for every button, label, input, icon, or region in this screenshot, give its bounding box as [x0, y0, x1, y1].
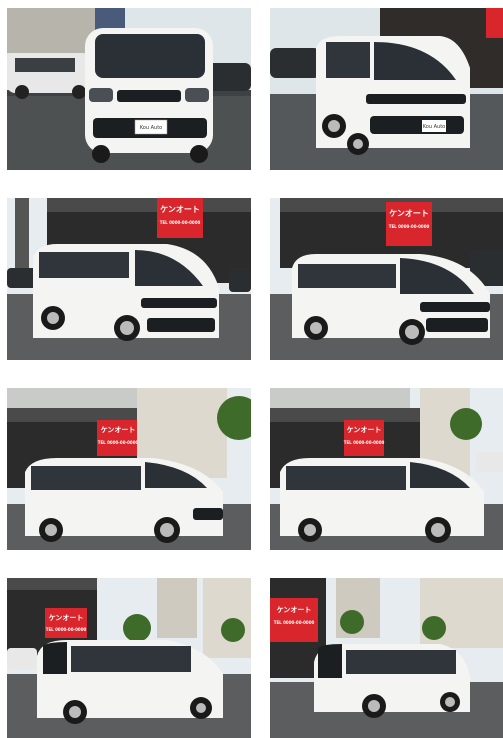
shop-sign-text: ケンオート	[160, 205, 200, 214]
car-photo-front-image: Kou Auto	[7, 8, 251, 170]
shop-sign-phone-2: TEL 0000-00-0000	[389, 224, 430, 229]
car-photo-front-right-image: Kou Auto	[270, 8, 503, 170]
car-photo-rear-right[interactable]: ケンオート TEL 0000-00-0000	[270, 578, 503, 738]
shop-sign-phone-6: TEL 0000-00-0000	[274, 620, 315, 625]
car-photo-right-side-image: ケンオート TEL 0000-00-0000	[270, 388, 503, 550]
car-photo-front-left-angle-image: ケンオート TEL 0000-00-0000	[7, 198, 251, 360]
shop-sign-text-4: ケンオート	[347, 426, 382, 434]
car-photo-right-side[interactable]: ケンオート TEL 0000-00-0000	[270, 388, 503, 550]
shop-sign-phone-3: TEL 0000-00-0000	[98, 440, 139, 445]
shop-sign-phone-5: TEL 0000-00-0000	[46, 627, 87, 632]
car-photo-left-side-front-image: ケンオート TEL 0000-00-0000	[7, 388, 251, 550]
car-photo-front[interactable]: Kou Auto	[7, 8, 251, 170]
car-photo-rear-right-image: ケンオート TEL 0000-00-0000	[270, 578, 503, 738]
car-photo-front-right[interactable]: Kou Auto	[270, 8, 503, 170]
license-plate-text-2: Kou Auto	[423, 124, 445, 130]
car-photo-rear-left-image: ケンオート TEL 0000-00-0000	[7, 578, 251, 738]
shop-sign-text-2: ケンオート	[389, 209, 429, 218]
shop-sign-text-5: ケンオート	[49, 614, 84, 622]
shop-sign-phone: TEL 0000-00-0000	[160, 220, 201, 225]
car-photo-front-left-angle[interactable]: ケンオート TEL 0000-00-0000	[7, 198, 251, 360]
shop-sign-text-6: ケンオート	[277, 606, 312, 614]
car-photo-rear-left[interactable]: ケンオート TEL 0000-00-0000	[7, 578, 251, 738]
car-photo-front-right-angle[interactable]: ケンオート TEL 0000-00-0000	[270, 198, 503, 360]
photo-gallery: Kou Auto Kou Auto ケンオート TEL 0000-00-0000…	[0, 0, 503, 738]
license-plate-text: Kou Auto	[140, 125, 162, 131]
shop-sign-phone-4: TEL 0000-00-0000	[344, 440, 385, 445]
shop-sign-text-3: ケンオート	[101, 426, 136, 434]
car-photo-front-right-angle-image: ケンオート TEL 0000-00-0000	[270, 198, 503, 360]
car-photo-left-side-front[interactable]: ケンオート TEL 0000-00-0000	[7, 388, 251, 550]
